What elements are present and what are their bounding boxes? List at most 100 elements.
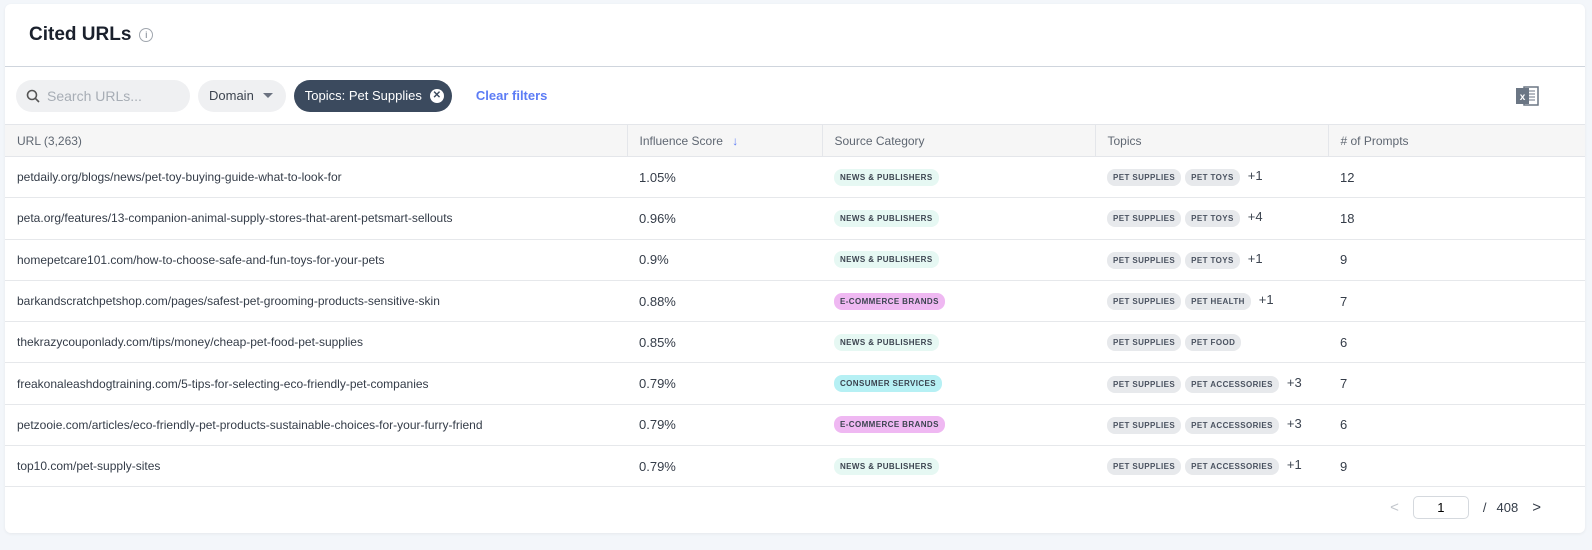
search-input[interactable] bbox=[47, 87, 177, 104]
page-input[interactable] bbox=[1412, 496, 1469, 519]
search-box[interactable] bbox=[16, 79, 190, 112]
topic-tag: PET FOOD bbox=[1185, 334, 1242, 352]
influence-score: 0.79% bbox=[627, 362, 822, 405]
table-row[interactable]: top10.com/pet-supply-sites 0.79% NEWS & … bbox=[5, 445, 1585, 488]
excel-export-icon[interactable]: x bbox=[1515, 85, 1539, 107]
influence-score: 0.79% bbox=[627, 404, 822, 447]
category-badge: NEWS & PUBLISHERS bbox=[834, 457, 939, 475]
more-topics-count[interactable]: +3 bbox=[1287, 416, 1302, 431]
topic-tag: PET TOYS bbox=[1185, 169, 1240, 187]
influence-score: 0.9% bbox=[627, 239, 822, 281]
cited-urls-card: Cited URLs i Domain Topics: Pet Supplies… bbox=[5, 4, 1585, 533]
topic-tag: PET ACCESSORIES bbox=[1185, 375, 1279, 393]
table-row[interactable]: petzooie.com/articles/eco-friendly-pet-p… bbox=[5, 404, 1585, 447]
topics-cell: PET SUPPLIES PET FOOD bbox=[1095, 321, 1328, 364]
topics-cell: PET SUPPLIES PET ACCESSORIES +3 bbox=[1095, 404, 1328, 447]
category-badge: E-COMMERCE BRANDS bbox=[834, 416, 945, 434]
prompts-count: 18 bbox=[1328, 197, 1585, 240]
influence-score: 0.96% bbox=[627, 197, 822, 240]
more-topics-count[interactable]: +1 bbox=[1259, 292, 1274, 307]
caret-down-icon bbox=[262, 93, 273, 98]
column-header-url[interactable]: URL (3,263) bbox=[5, 124, 628, 157]
url-cell[interactable]: freakonaleashdogtraining.com/5-tips-for-… bbox=[5, 362, 627, 405]
url-cell[interactable]: thekrazycouponlady.com/tips/money/cheap-… bbox=[5, 321, 627, 364]
source-category-cell: NEWS & PUBLISHERS bbox=[822, 156, 1095, 199]
url-cell[interactable]: peta.org/features/13-companion-animal-su… bbox=[5, 197, 627, 240]
topic-tag: PET TOYS bbox=[1185, 210, 1240, 228]
more-topics-count[interactable]: +3 bbox=[1287, 375, 1302, 390]
influence-score: 1.05% bbox=[627, 156, 822, 199]
more-topics-count[interactable]: +4 bbox=[1248, 209, 1263, 224]
search-icon bbox=[26, 89, 40, 103]
topic-tag: PET SUPPLIES bbox=[1107, 375, 1182, 393]
topic-tag: PET SUPPLIES bbox=[1107, 169, 1182, 187]
more-topics-count[interactable]: +1 bbox=[1287, 457, 1302, 472]
more-topics-count[interactable]: +1 bbox=[1248, 251, 1263, 266]
topic-tag: PET SUPPLIES bbox=[1107, 458, 1182, 476]
prompts-count: 9 bbox=[1328, 239, 1585, 281]
topic-tag: PET ACCESSORIES bbox=[1185, 416, 1279, 434]
chip-label: Topics: Pet Supplies bbox=[304, 88, 422, 103]
remove-filter-icon[interactable]: ✕ bbox=[429, 88, 444, 103]
table-row[interactable]: peta.org/features/13-companion-animal-su… bbox=[5, 197, 1585, 240]
topic-tag: PET SUPPLIES bbox=[1107, 251, 1182, 269]
category-badge: NEWS & PUBLISHERS bbox=[834, 168, 939, 186]
url-cell[interactable]: top10.com/pet-supply-sites bbox=[5, 445, 627, 488]
column-header-prompts[interactable]: # of Prompts bbox=[1328, 124, 1585, 157]
prompts-count: 12 bbox=[1328, 156, 1585, 199]
next-page-icon[interactable]: > bbox=[1532, 499, 1541, 516]
influence-score: 0.85% bbox=[627, 321, 822, 364]
table-row[interactable]: homepetcare101.com/how-to-choose-safe-an… bbox=[5, 239, 1585, 281]
category-badge: NEWS & PUBLISHERS bbox=[834, 209, 939, 227]
domain-dropdown[interactable]: Domain bbox=[198, 79, 286, 112]
topic-tag: PET HEALTH bbox=[1185, 293, 1251, 311]
prompts-count: 9 bbox=[1328, 445, 1585, 488]
category-badge: CONSUMER SERVICES bbox=[834, 375, 943, 393]
urls-table: URL (3,263) Influence Score ↓ Source Cat… bbox=[5, 124, 1585, 488]
table-row[interactable]: petdaily.org/blogs/news/pet-toy-buying-g… bbox=[5, 156, 1585, 199]
pagination: < / 408 > bbox=[1390, 496, 1541, 519]
card-header: Cited URLs i bbox=[5, 4, 1585, 67]
table-row[interactable]: thekrazycouponlady.com/tips/money/cheap-… bbox=[5, 321, 1585, 364]
topic-tag: PET SUPPLIES bbox=[1107, 210, 1182, 228]
source-category-cell: NEWS & PUBLISHERS bbox=[822, 445, 1095, 488]
page-separator: / bbox=[1482, 500, 1487, 515]
topics-cell: PET SUPPLIES PET ACCESSORIES +3 bbox=[1095, 362, 1328, 405]
topic-tag: PET SUPPLIES bbox=[1107, 293, 1182, 311]
source-category-cell: NEWS & PUBLISHERS bbox=[822, 239, 1095, 281]
topics-cell: PET SUPPLIES PET TOYS +1 bbox=[1095, 239, 1328, 281]
topic-tag: PET SUPPLIES bbox=[1107, 334, 1182, 352]
prev-page-icon[interactable]: < bbox=[1390, 499, 1399, 516]
source-category-cell: NEWS & PUBLISHERS bbox=[822, 197, 1095, 240]
table-row[interactable]: freakonaleashdogtraining.com/5-tips-for-… bbox=[5, 362, 1585, 405]
column-header-influence-score[interactable]: Influence Score ↓ bbox=[627, 124, 823, 157]
url-cell[interactable]: homepetcare101.com/how-to-choose-safe-an… bbox=[5, 239, 627, 281]
svg-text:x: x bbox=[1520, 92, 1526, 103]
url-cell[interactable]: petzooie.com/articles/eco-friendly-pet-p… bbox=[5, 404, 627, 447]
column-label: Influence Score bbox=[639, 133, 723, 148]
influence-score: 0.79% bbox=[627, 445, 822, 488]
filter-bar: Domain Topics: Pet Supplies ✕ Clear filt… bbox=[5, 67, 1585, 124]
topic-tag: PET SUPPLIES bbox=[1107, 416, 1182, 434]
clear-filters-link[interactable]: Clear filters bbox=[476, 88, 548, 103]
topic-filter-chip[interactable]: Topics: Pet Supplies ✕ bbox=[293, 79, 452, 112]
domain-label: Domain bbox=[209, 88, 254, 103]
source-category-cell: NEWS & PUBLISHERS bbox=[822, 321, 1095, 364]
info-icon[interactable]: i bbox=[139, 28, 154, 42]
topics-cell: PET SUPPLIES PET TOYS +1 bbox=[1095, 156, 1328, 199]
column-header-source-category[interactable]: Source Category bbox=[822, 124, 1096, 157]
influence-score: 0.88% bbox=[627, 280, 822, 323]
column-header-topics[interactable]: Topics bbox=[1095, 124, 1329, 157]
topics-cell: PET SUPPLIES PET TOYS +4 bbox=[1095, 197, 1328, 240]
topics-cell: PET SUPPLIES PET ACCESSORIES +1 bbox=[1095, 445, 1328, 488]
source-category-cell: E-COMMERCE BRANDS bbox=[822, 280, 1095, 323]
category-badge: NEWS & PUBLISHERS bbox=[834, 333, 939, 351]
url-cell[interactable]: barkandscratchpetshop.com/pages/safest-p… bbox=[5, 280, 627, 323]
more-topics-count[interactable]: +1 bbox=[1248, 168, 1263, 183]
table-row[interactable]: barkandscratchpetshop.com/pages/safest-p… bbox=[5, 280, 1585, 323]
topic-tag: PET TOYS bbox=[1185, 251, 1240, 269]
sort-desc-icon[interactable]: ↓ bbox=[732, 134, 738, 148]
page-title: Cited URLs bbox=[29, 24, 132, 45]
prompts-count: 7 bbox=[1328, 280, 1585, 323]
url-cell[interactable]: petdaily.org/blogs/news/pet-toy-buying-g… bbox=[5, 156, 627, 199]
